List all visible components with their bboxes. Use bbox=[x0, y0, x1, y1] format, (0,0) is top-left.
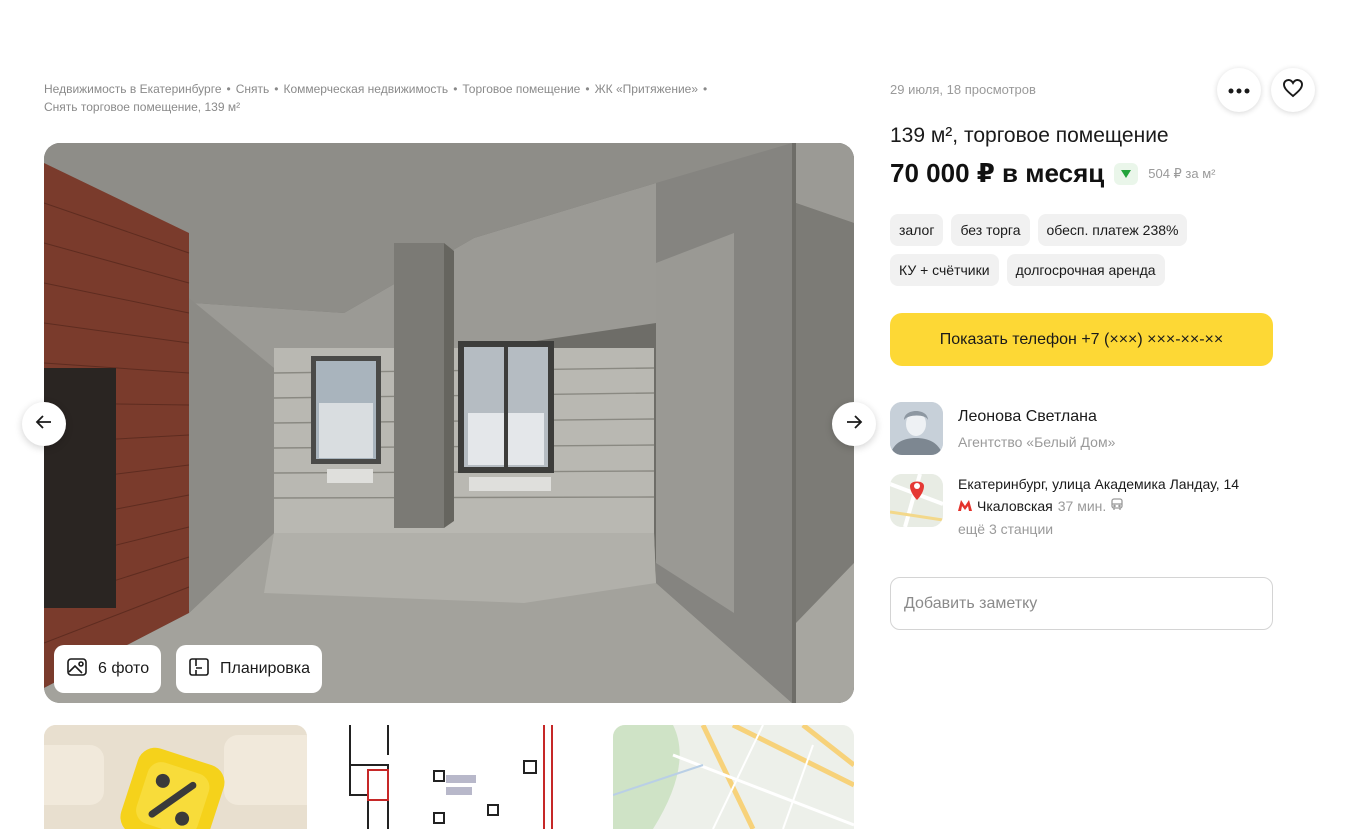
map-pin-icon[interactable] bbox=[890, 474, 943, 527]
favorite-button[interactable] bbox=[1271, 68, 1315, 112]
agent-card[interactable]: Леонова Светлана Агентство «Белый Дом» bbox=[890, 402, 1290, 456]
show-phone-button[interactable]: Показать телефон +7 (×××) ×××-××-×× bbox=[890, 313, 1273, 366]
next-photo-button[interactable] bbox=[832, 402, 876, 446]
photo-gallery[interactable]: 6 фото Планировка bbox=[44, 143, 854, 703]
tag: обесп. платеж 238% bbox=[1037, 214, 1188, 246]
arrow-right-icon bbox=[845, 413, 863, 436]
floor-plan-button[interactable]: Планировка bbox=[176, 645, 323, 693]
more-stations-link[interactable]: ещё 3 станции bbox=[958, 521, 1053, 537]
breadcrumb-item[interactable]: Недвижимость в Екатеринбурге bbox=[44, 82, 222, 96]
map-thumbnail[interactable] bbox=[613, 725, 854, 829]
breadcrumb-separator: • bbox=[585, 82, 590, 96]
listing-meta: 29 июля, 18 просмотров bbox=[890, 82, 1036, 97]
breadcrumb-separator: • bbox=[453, 82, 458, 96]
breadcrumb: Недвижимость в Екатеринбурге • Снять • Комме… bbox=[44, 80, 804, 116]
price-trend-badge[interactable] bbox=[1114, 162, 1139, 185]
more-dots-icon bbox=[1228, 81, 1250, 99]
address-block: Екатеринбург, улица Академика Ландау, 14… bbox=[890, 474, 1320, 544]
tag: долгосрочная аренда bbox=[1006, 254, 1165, 286]
avatar[interactable] bbox=[890, 402, 943, 455]
breadcrumb-separator: • bbox=[226, 82, 231, 96]
breadcrumb-item[interactable]: ЖК «Притяжение» bbox=[595, 82, 698, 96]
price: 70 000 ₽ в месяц bbox=[890, 158, 1105, 188]
breadcrumb-separator: • bbox=[703, 82, 708, 96]
tag: без торга bbox=[951, 214, 1030, 246]
metro-icon bbox=[958, 498, 972, 514]
metro-station: Чкаловская bbox=[977, 498, 1053, 514]
tag: залог bbox=[890, 214, 944, 246]
breadcrumb-item[interactable]: Торговое помещение bbox=[462, 82, 580, 96]
photos-count-button[interactable]: 6 фото bbox=[54, 645, 162, 693]
promo-thumbnail[interactable] bbox=[44, 725, 307, 829]
listing-tags: залог без торга обесп. платеж 238% КУ + … bbox=[890, 214, 1290, 286]
bus-icon bbox=[1111, 498, 1123, 514]
agent-name[interactable]: Леонова Светлана bbox=[958, 408, 1097, 426]
price-per-square-meter: 504 ₽ за м² bbox=[1148, 165, 1216, 181]
previous-photo-button[interactable] bbox=[22, 402, 66, 446]
metro-time: 37 мин. bbox=[1057, 498, 1107, 514]
floor-plan-label: Планировка bbox=[220, 660, 311, 677]
photos-count-label: 6 фото bbox=[98, 660, 150, 677]
price-row: 70 000 ₽ в месяц 504 ₽ за м² bbox=[890, 158, 1216, 189]
metro-info: Чкаловская 37 мин. bbox=[958, 498, 1123, 514]
note-input[interactable] bbox=[890, 577, 1273, 630]
address-text: Екатеринбург, улица Академика Ландау, 14 bbox=[958, 476, 1240, 492]
thumbnails-row bbox=[44, 725, 854, 829]
arrow-left-icon bbox=[35, 413, 53, 436]
image-icon bbox=[66, 656, 88, 683]
floor-plan-icon bbox=[188, 656, 210, 683]
listing-title: 139 м², торговое помещение bbox=[890, 124, 1169, 147]
tag: КУ + счётчики bbox=[890, 254, 999, 286]
more-options-button[interactable] bbox=[1217, 68, 1261, 112]
agent-company[interactable]: Агентство «Белый Дом» bbox=[958, 434, 1115, 450]
breadcrumb-separator: • bbox=[274, 82, 279, 96]
main-photo[interactable] bbox=[44, 143, 792, 703]
breadcrumb-item[interactable]: Коммерческая недвижимость bbox=[283, 82, 448, 96]
triangle-down-icon bbox=[1121, 165, 1132, 183]
floor-plan-thumbnail[interactable] bbox=[328, 725, 591, 829]
heart-icon bbox=[1282, 78, 1304, 103]
breadcrumb-item-current[interactable]: Снять торговое помещение, 139 м² bbox=[44, 100, 240, 114]
breadcrumb-item[interactable]: Снять bbox=[236, 82, 270, 96]
